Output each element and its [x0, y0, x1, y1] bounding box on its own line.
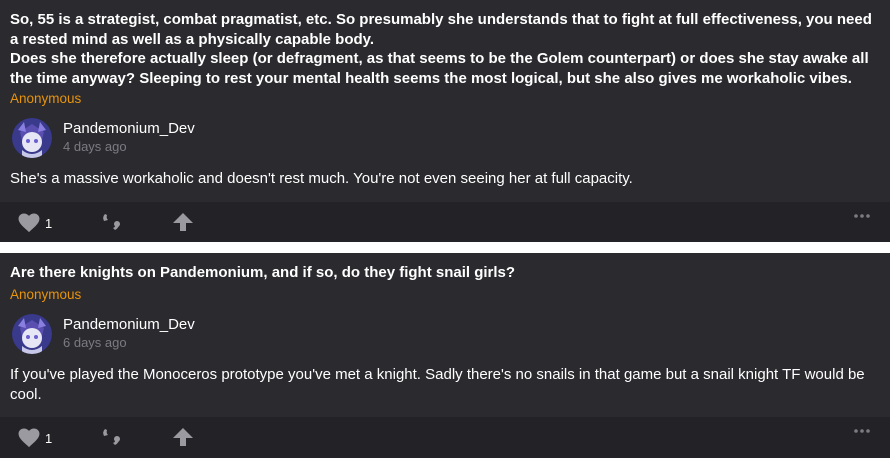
author-name[interactable]: Pandemonium_Dev: [63, 316, 195, 333]
share-button[interactable]: [172, 212, 194, 232]
more-dots-icon: [854, 429, 870, 433]
question-card: So, 55 is a strategist, combat pragmatis…: [0, 0, 890, 242]
answer-text: She's a massive workaholic and doesn't r…: [10, 170, 633, 187]
asker-name[interactable]: Anonymous: [10, 287, 81, 302]
quote-icon: [103, 429, 120, 445]
like-button[interactable]: 1: [18, 211, 52, 235]
timestamp: 6 days ago: [63, 335, 127, 350]
asker-name[interactable]: Anonymous: [10, 91, 81, 106]
answer-text: If you've played the Monoceros prototype…: [10, 366, 865, 403]
question-text: So, 55 is a strategist, combat pragmatis…: [10, 11, 872, 87]
action-bar: 1: [0, 417, 890, 458]
question-text: Are there knights on Pandemonium, and if…: [10, 264, 516, 281]
quote-icon: [103, 214, 120, 230]
share-arrow-icon: [173, 428, 193, 446]
more-dots-icon: [854, 214, 870, 218]
author-name[interactable]: Pandemonium_Dev: [63, 120, 195, 137]
profile-avatar-icon: [12, 314, 52, 354]
quote-button[interactable]: [101, 427, 125, 447]
quote-button[interactable]: [101, 212, 125, 232]
like-button[interactable]: 1: [18, 426, 52, 450]
action-bar: 1: [0, 202, 890, 242]
like-count: 1: [45, 430, 53, 446]
like-count: 1: [45, 215, 53, 231]
more-options-button[interactable]: [853, 213, 871, 219]
avatar[interactable]: [12, 314, 52, 354]
heart-icon: [18, 213, 40, 233]
share-arrow-icon: [173, 213, 193, 231]
avatar[interactable]: [12, 118, 52, 158]
more-options-button[interactable]: [853, 428, 871, 434]
heart-icon: [18, 428, 40, 448]
profile-avatar-icon: [12, 118, 52, 158]
timestamp: 4 days ago: [63, 139, 127, 154]
share-button[interactable]: [172, 427, 194, 447]
